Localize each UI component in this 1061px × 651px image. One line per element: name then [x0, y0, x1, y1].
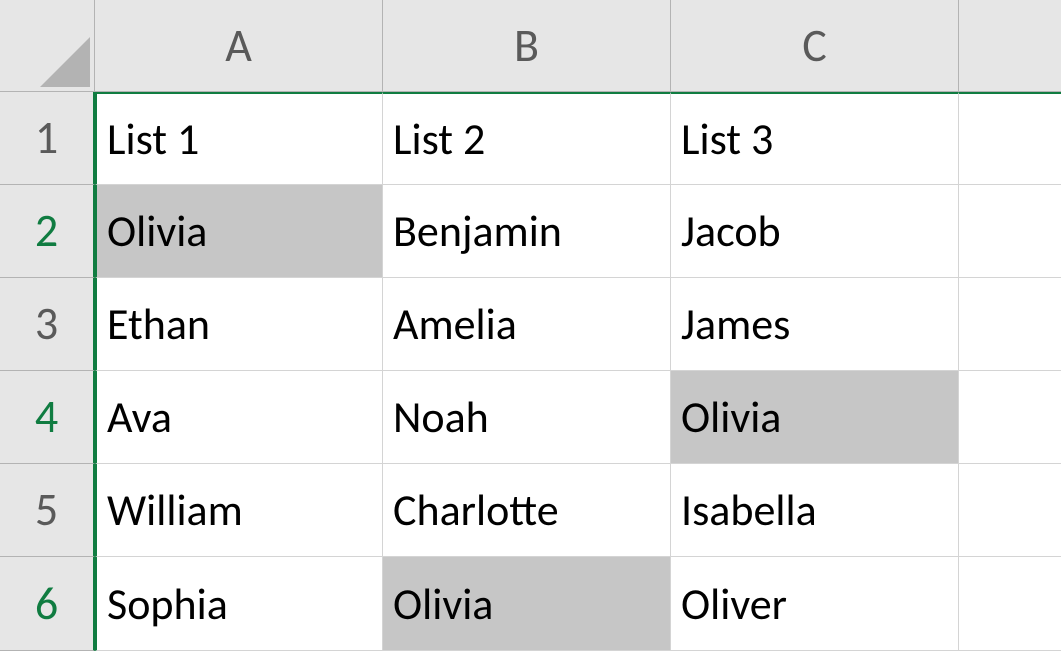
- cell-b4[interactable]: Noah: [383, 371, 671, 464]
- cell-d2[interactable]: [959, 185, 1061, 278]
- row-header-2[interactable]: 2: [0, 185, 95, 278]
- cell-b5[interactable]: Charlotte: [383, 464, 671, 557]
- column-header-b[interactable]: B: [383, 0, 671, 92]
- cell-b2[interactable]: Benjamin: [383, 185, 671, 278]
- spreadsheet-grid: A B C 1 List 1 List 2 List 3 2 Olivia Be…: [0, 0, 1061, 651]
- cell-a1[interactable]: List 1: [95, 92, 383, 185]
- cell-d3[interactable]: [959, 278, 1061, 371]
- cell-a4[interactable]: Ava: [95, 371, 383, 464]
- cell-d5[interactable]: [959, 464, 1061, 557]
- row-header-4[interactable]: 4: [0, 371, 95, 464]
- column-header-a[interactable]: A: [95, 0, 383, 92]
- cell-b6[interactable]: Olivia: [383, 557, 671, 651]
- column-header-c[interactable]: C: [671, 0, 959, 92]
- cell-c6[interactable]: Oliver: [671, 557, 959, 651]
- cell-c3[interactable]: James: [671, 278, 959, 371]
- cell-d1[interactable]: [959, 92, 1061, 185]
- cell-c2[interactable]: Jacob: [671, 185, 959, 278]
- cell-a6[interactable]: Sophia: [95, 557, 383, 651]
- cell-b3[interactable]: Amelia: [383, 278, 671, 371]
- cell-b1[interactable]: List 2: [383, 92, 671, 185]
- cell-a5[interactable]: William: [95, 464, 383, 557]
- cell-a3[interactable]: Ethan: [95, 278, 383, 371]
- cell-a2[interactable]: Olivia: [95, 185, 383, 278]
- row-header-6[interactable]: 6: [0, 557, 95, 651]
- cell-d6[interactable]: [959, 557, 1061, 651]
- cell-c5[interactable]: Isabella: [671, 464, 959, 557]
- cell-d4[interactable]: [959, 371, 1061, 464]
- row-header-3[interactable]: 3: [0, 278, 95, 371]
- select-all-corner[interactable]: [0, 0, 95, 92]
- column-header-d[interactable]: [959, 0, 1061, 92]
- row-header-5[interactable]: 5: [0, 464, 95, 557]
- row-header-1[interactable]: 1: [0, 92, 95, 185]
- cell-c1[interactable]: List 3: [671, 92, 959, 185]
- cell-c4[interactable]: Olivia: [671, 371, 959, 464]
